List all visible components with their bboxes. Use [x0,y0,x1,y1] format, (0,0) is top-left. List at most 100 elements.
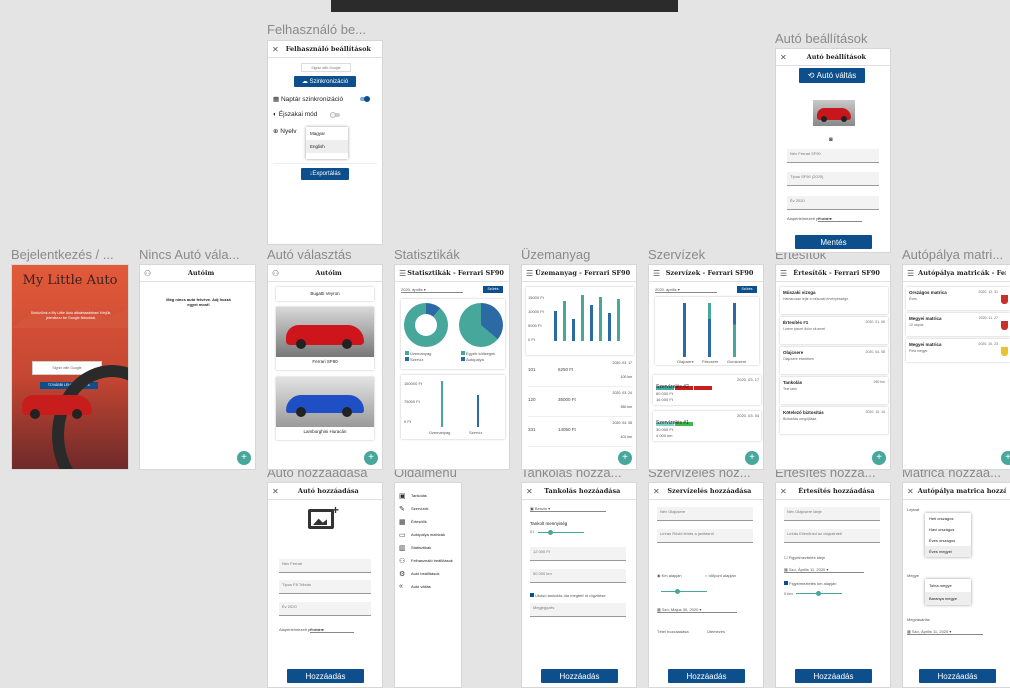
notification-card[interactable]: Értesítés #1 Lorem ipsum dolor sit amet 20… [780,317,888,344]
tab-schedule[interactable]: Ütemezés [707,629,725,634]
service-item[interactable]: 2020. 03. 17 Szervízelés #2 60 000 Ft 16… [653,375,761,405]
camera-icon[interactable]: ◙ [829,137,833,143]
vignette-card[interactable]: Megyei matrica Pest megye 2020. 10. 23 [906,339,1010,362]
sync-button[interactable]: ☁ Szinkronizáció [294,76,356,87]
filter-button[interactable]: Szűrés [737,286,757,293]
car-card-ferrari[interactable]: Ferrari SF90 [276,307,374,370]
user-icon[interactable]: ⚇ [144,269,151,278]
notification-card[interactable]: Kötelező biztosítás Biztosítás megújítása… [780,407,888,434]
notif-name-field[interactable]: Név Olajcsere ideje [784,507,880,521]
language-dropdown[interactable]: Magyar English [306,127,348,159]
add-car-fab[interactable]: + [364,451,378,465]
car-year-field[interactable]: Év 2020 [279,602,371,616]
county-option[interactable]: Baranya megye [925,592,971,605]
side-menu-item[interactable]: ▦ Értesítők [399,515,461,528]
side-menu-item[interactable]: « Autó váltás [399,580,461,593]
car-name-field[interactable]: Név Ferrari SF90 [787,149,879,163]
amount-slider[interactable] [538,530,584,535]
add-button[interactable]: Hozzáadás [668,669,745,683]
filter-button[interactable]: Szűrés [483,286,503,293]
calendar-toggle[interactable] [360,96,370,102]
county-option[interactable]: Tolna megye [925,579,971,592]
car-year-field[interactable]: Év 2020 [787,196,879,210]
km-field[interactable]: 50 000 km [530,569,626,583]
fuel-type-select[interactable]: ▣ Benzin ▾ [530,506,606,512]
service-item[interactable]: 2020. 03. 04 Szervízelés #1 30 000 Ft 4 … [653,411,761,441]
type-option[interactable]: Havi országos [925,524,971,535]
side-menu-item[interactable]: ⚙ Autó beállítások [399,567,461,580]
google-signin-button[interactable]: Signin with Google [301,63,351,72]
type-dropdown[interactable]: Heti országos Havi országos Éves országos É… [925,513,971,557]
close-icon[interactable]: ✕ [272,487,279,496]
check-km[interactable]: Figyelmeztetés km alapján [784,581,836,586]
close-icon[interactable]: ✕ [272,45,279,54]
add-button[interactable]: Hozzáadás [919,669,996,683]
add-button[interactable]: Hozzáadás [287,669,364,683]
add-button[interactable]: Hozzáadás [541,669,618,683]
add-button[interactable]: Hozzáadás [795,669,872,683]
close-icon[interactable]: ✕ [780,53,787,62]
vignette-card[interactable]: Országos matrica Éves 2020. 12. 31 [906,287,1010,310]
switch-car-button[interactable]: ⟲ Autó váltás [799,68,865,83]
service-name-field[interactable]: Név Olajcsere [657,507,753,521]
car-name-field[interactable]: Név Ferrari [279,559,371,573]
car-type-field[interactable]: Típus SF90 (2020) [787,172,879,186]
price-field[interactable]: 12 000 Ft [530,547,626,561]
side-menu-item[interactable]: ▥ Statisztikák [399,541,461,554]
close-icon[interactable]: ✕ [526,487,533,496]
add-notification-fab[interactable]: + [872,451,886,465]
notification-card[interactable]: Olajcsere Olajcsere esedékes 2020. 04. 08 [780,347,888,374]
track-distance-checkbox[interactable]: Utolsó tankolás óta megtett út rögzítése [530,593,606,598]
side-menu-item[interactable]: ▭ Autópálya matricák [399,528,461,541]
currency-select[interactable]: Forint ▾ [310,627,354,633]
fuel-entry[interactable]: 101 6250 Ft 2020. 03. 17 100 km [528,359,632,387]
close-icon[interactable]: ✕ [780,487,787,496]
currency-select[interactable]: Forint ▾ [818,216,862,222]
km-slider[interactable] [796,591,842,596]
vignette-card[interactable]: Megyei matrica 10 napos 2020. 11. 27 [906,313,1010,336]
car-card-bugatti[interactable]: Bugatti Veyron [276,287,374,301]
save-button[interactable]: Mentés [795,235,872,249]
menu-icon[interactable]: ☰ [653,269,660,278]
km-slider[interactable] [661,589,707,594]
add-car-fab[interactable]: + [237,451,251,465]
tab-add-item[interactable]: Tétel hozzáadása [657,629,689,634]
type-option[interactable]: Éves megyei [925,546,971,557]
close-icon[interactable]: ✕ [907,487,914,496]
fuel-entry[interactable]: 120 35000 Ft 2020. 03. 24 350 km [528,389,632,417]
lang-option-english[interactable]: English [306,140,348,153]
date-select[interactable]: ▦ Szo, Május 30, 2020 ▾ [657,607,737,613]
menu-icon[interactable]: ☰ [907,269,914,278]
type-option[interactable]: Éves országos [925,535,971,546]
car-card-lamborghini[interactable]: Lamborghini Huracán [276,377,374,440]
add-photo-icon[interactable] [308,509,334,529]
radio-km[interactable]: ◉ Km alapján [657,573,682,578]
add-vignette-fab[interactable]: + [1001,451,1010,465]
car-type-field[interactable]: Típus F8 Tributo [279,580,371,594]
period-select[interactable]: 2020. április ▾ [401,287,463,293]
check-date[interactable]: ☐ Figyelmeztetés ideje [784,555,825,560]
note-field[interactable]: Megjegyzés [530,603,626,617]
county-dropdown[interactable]: Tolna megye Baranya megye [925,579,971,605]
add-service-fab[interactable]: + [745,451,759,465]
add-refuel-fab[interactable]: + [618,451,632,465]
user-icon[interactable]: ⚇ [272,269,279,278]
side-menu-item[interactable]: ▣ Tankolás [399,489,461,502]
service-desc-field[interactable]: Leírás Rövid leírás a javításról [657,529,753,543]
menu-icon[interactable]: ☰ [399,269,406,278]
type-option[interactable]: Heti országos [925,513,971,524]
export-button[interactable]: ↓ Exportálás [301,168,349,180]
side-menu-item[interactable]: ✎ Szervízek [399,502,461,515]
night-mode-toggle[interactable] [330,112,340,118]
notif-desc-field[interactable]: Leírás Ellenőrizd az olajszintet! [784,529,880,543]
side-menu-item[interactable]: ⚇ Felhasználó beállítások [399,554,461,567]
filter-select[interactable]: 2020. április ▾ [655,287,717,293]
fuel-entry[interactable]: 331 14050 Ft 2020. 04. 08 401 km [528,419,632,447]
lang-option-magyar[interactable]: Magyar [306,127,348,140]
menu-icon[interactable]: ☰ [526,269,533,278]
notification-card[interactable]: Tankolás Tele tank 250 km [780,377,888,404]
menu-icon[interactable]: ☰ [780,269,787,278]
notification-card[interactable]: Műszaki vizsga Hamarosan lejár a műszaki … [780,287,888,314]
date-select[interactable]: ▦ Szo, Április 11, 2020 ▾ [784,567,864,573]
radio-date[interactable]: ○ Időpont alapján [705,573,736,578]
